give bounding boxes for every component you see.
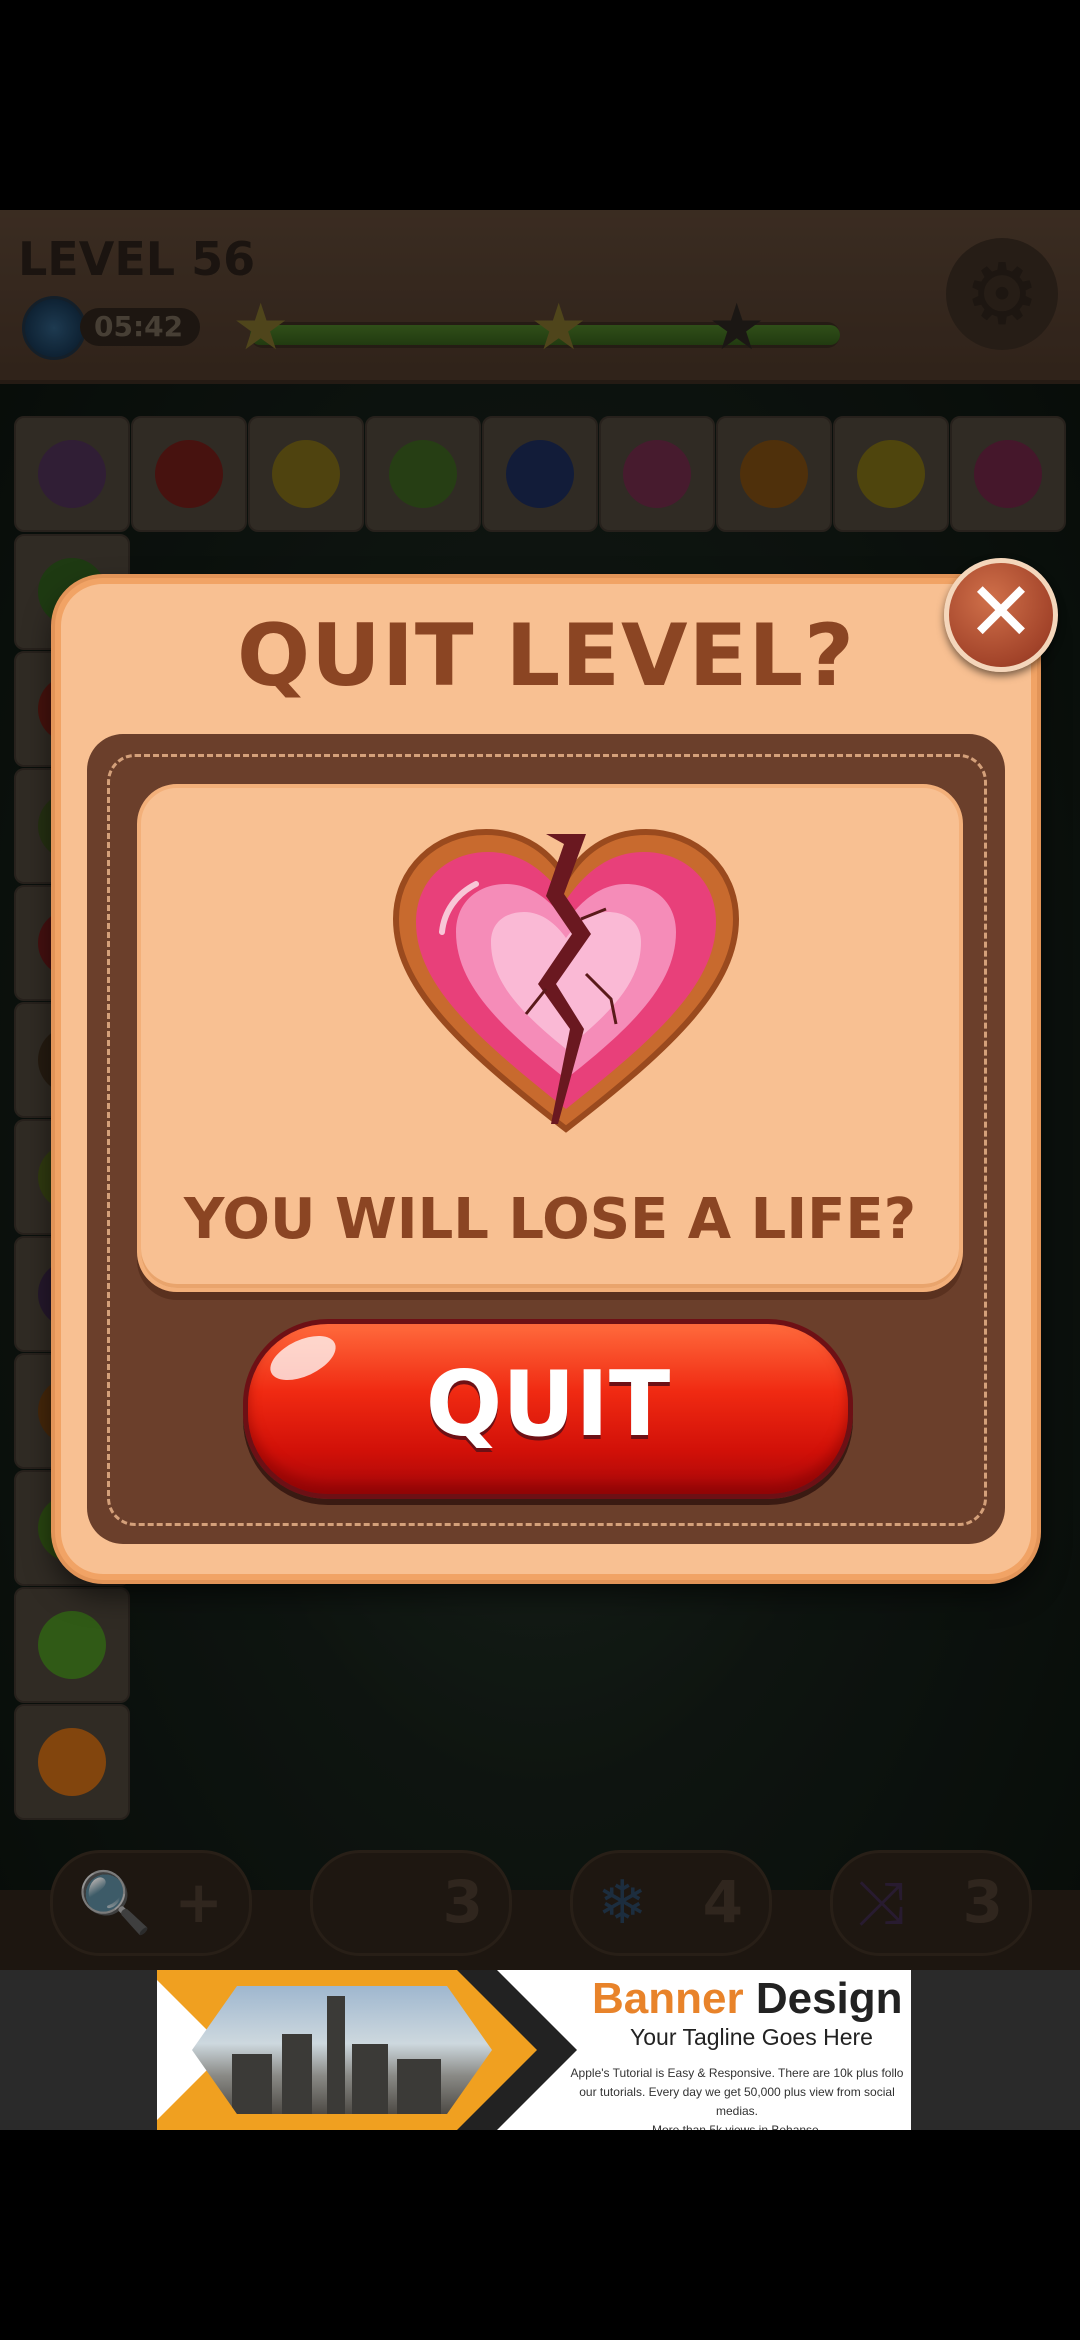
ad-title: Banner Design [592,1974,903,2023]
close-button[interactable]: ✕ [944,558,1058,672]
ad-banner[interactable]: Banner Design Your Tagline Goes Here App… [157,1970,911,2130]
ad-tagline: Your Tagline Goes Here [630,2024,873,2050]
city-skyline-photo [192,1986,492,2114]
dialog-panel: YOU WILL LOSE A LIFE? QUIT [87,734,1005,1544]
ad-banner-area: Banner Design Your Tagline Goes Here App… [0,1970,1080,2130]
quit-level-dialog: QUIT LEVEL? YOU WILL LOSE A LIFE? QUIT [55,578,1037,1580]
lose-life-message: YOU WILL LOSE A LIFE? [183,1187,917,1252]
quit-button-label: QUIT [425,1352,671,1457]
broken-heart-icon [392,828,740,1133]
close-icon: ✕ [966,565,1036,660]
quit-button[interactable]: QUIT [243,1319,853,1499]
ad-body: Apple's Tutorial is Easy & Responsive. T… [570,2066,904,2130]
dialog-title: QUIT LEVEL? [236,606,856,706]
message-card: YOU WILL LOSE A LIFE? [137,784,963,1292]
